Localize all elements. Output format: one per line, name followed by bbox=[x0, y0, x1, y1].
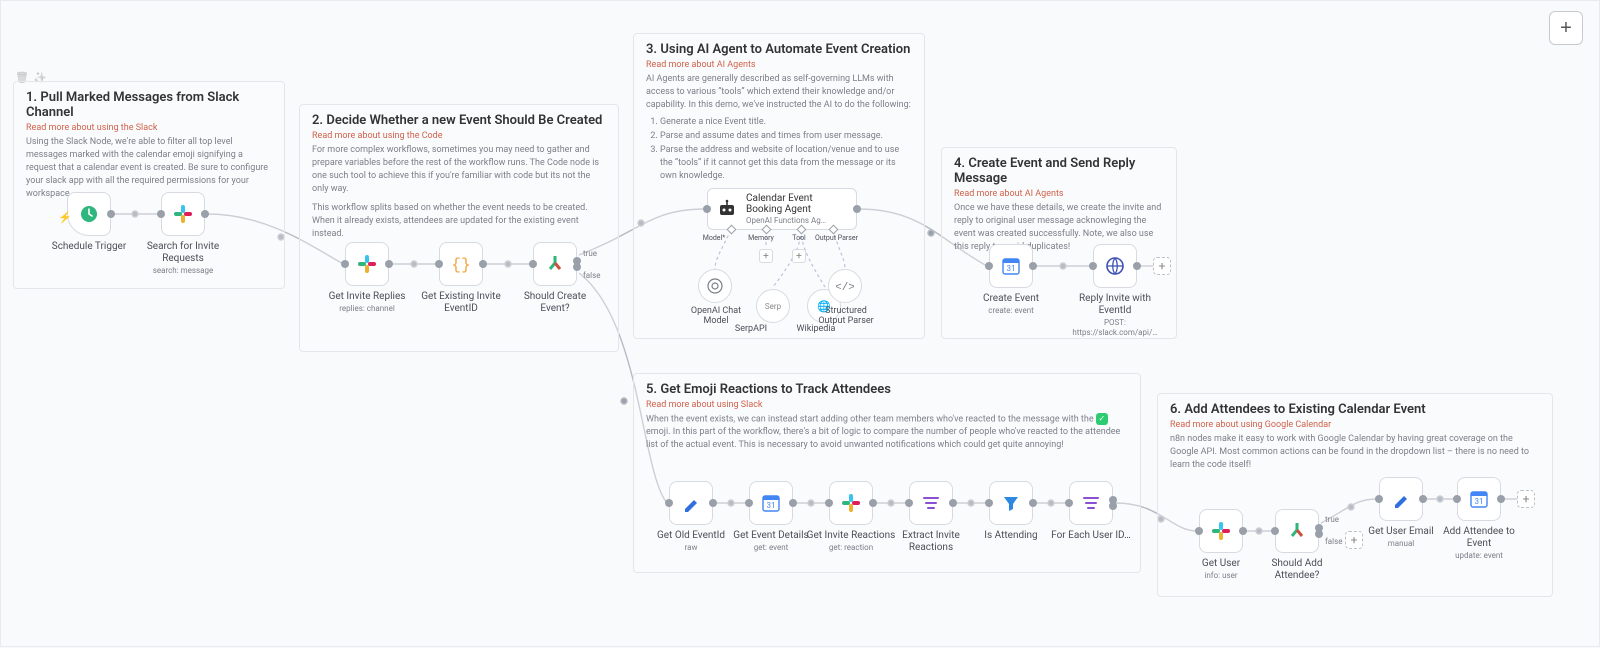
node-old-eventid[interactable] bbox=[669, 481, 713, 525]
gcal-icon: 31 bbox=[761, 493, 781, 513]
group-4-link[interactable]: Read more about AI Agents bbox=[954, 189, 1164, 199]
svg-text:31: 31 bbox=[767, 501, 776, 510]
add-node-button[interactable]: + bbox=[1549, 11, 1583, 45]
group-6-title: 6. Add Attendees to Existing Calendar Ev… bbox=[1170, 402, 1540, 417]
globe-icon bbox=[1104, 255, 1126, 277]
node-get-existing[interactable]: {} bbox=[439, 242, 483, 286]
sub-serpapi[interactable]: Serp bbox=[756, 289, 790, 323]
node-reply-label: Reply Invite with EventIdPOST: https://s… bbox=[1070, 293, 1160, 337]
node-should-create[interactable] bbox=[533, 242, 577, 286]
group-1-link[interactable]: Read more about using the Slack bbox=[26, 123, 272, 133]
group-1-title: 1. Pull Marked Messages from Slack Chann… bbox=[26, 90, 272, 120]
node-reply[interactable] bbox=[1093, 244, 1137, 288]
node-should-create-label: Should Create Event? bbox=[510, 291, 600, 315]
group-5-desc: When the event exists, we can instead st… bbox=[646, 413, 1128, 453]
node-get-replies[interactable] bbox=[345, 242, 389, 286]
slack-icon bbox=[357, 254, 377, 274]
group-2-desc2: This workflow splits based on whether th… bbox=[312, 202, 606, 241]
robot-icon bbox=[716, 198, 738, 220]
group-6-link[interactable]: Read more about using Google Calendar bbox=[1170, 420, 1540, 430]
workflow-canvas[interactable]: 🗑✨ + bbox=[0, 0, 1600, 647]
node-event-details[interactable]: 31 bbox=[749, 481, 793, 525]
slack-icon bbox=[173, 204, 193, 224]
branch-icon bbox=[1286, 520, 1308, 542]
group-4-title: 4. Create Event and Send Reply Message bbox=[954, 156, 1164, 186]
check-emoji-badge: ✓ bbox=[1096, 413, 1108, 425]
openai-icon bbox=[706, 277, 724, 295]
node-get-user-email[interactable] bbox=[1379, 477, 1423, 521]
node-get-user[interactable] bbox=[1199, 509, 1243, 553]
end-chain-2[interactable]: + bbox=[1517, 490, 1535, 508]
sub-serpapi-label: SerpAPI bbox=[721, 324, 781, 334]
node-extract-reactions[interactable] bbox=[909, 481, 953, 525]
sub-openai-label: OpenAI Chat Model bbox=[681, 306, 751, 326]
node-search-invite-label: Search for Invite Requests search: messa… bbox=[138, 241, 228, 276]
pencil-icon bbox=[1391, 489, 1411, 509]
node-search-invite[interactable] bbox=[161, 192, 205, 236]
group-2-title: 2. Decide Whether a new Event Should Be … bbox=[312, 113, 606, 128]
group-6-desc: n8n nodes make it easy to work with Goog… bbox=[1170, 433, 1540, 472]
node-create-event[interactable]: 31 bbox=[989, 244, 1033, 288]
parser-icon: </> bbox=[836, 277, 854, 295]
node-get-existing-label: Get Existing Invite EventID bbox=[416, 291, 506, 315]
branch-true-1: true bbox=[583, 249, 597, 258]
bolt-icon: ⚡ bbox=[58, 211, 72, 224]
node-schedule-label: Schedule Trigger bbox=[44, 241, 134, 253]
branch-false-1: false bbox=[583, 271, 600, 280]
svg-text:31: 31 bbox=[1475, 497, 1484, 506]
sub-openai-model[interactable] bbox=[698, 269, 732, 303]
group-5-link[interactable]: Read more about using Slack bbox=[646, 400, 1128, 410]
svg-text:</>: </> bbox=[836, 282, 854, 294]
gcal-icon: 31 bbox=[1469, 489, 1489, 509]
branch-icon bbox=[544, 253, 566, 275]
node-schedule-trigger[interactable]: ⚡ bbox=[67, 192, 111, 236]
serp-icon: Serp bbox=[765, 302, 781, 311]
clock-icon bbox=[79, 204, 99, 224]
node-is-attending[interactable] bbox=[989, 481, 1033, 525]
sub-parser-label: Structured Output Parser bbox=[811, 306, 881, 326]
group-2-link[interactable]: Read more about using the Code bbox=[312, 131, 606, 141]
svg-text:31: 31 bbox=[1007, 264, 1016, 273]
funnel-icon bbox=[1001, 493, 1021, 513]
group-3-title: 3. Using AI Agent to Automate Event Crea… bbox=[646, 42, 912, 57]
svg-text:{}: {} bbox=[451, 256, 470, 274]
node-should-add[interactable] bbox=[1275, 509, 1319, 553]
node-ai-agent[interactable]: Calendar Event Booking AgentOpenAI Funct… bbox=[707, 188, 857, 230]
list-filter-icon bbox=[1081, 493, 1101, 513]
agent-memory-add[interactable]: + bbox=[759, 249, 773, 263]
group-5-title: 5. Get Emoji Reactions to Track Attendee… bbox=[646, 382, 1128, 397]
node-create-event-label: Create Eventcreate: event bbox=[966, 293, 1056, 316]
sub-parser[interactable]: </> bbox=[828, 269, 862, 303]
group-2-desc1: For more complex workflows, sometimes yo… bbox=[312, 144, 606, 196]
node-get-reactions[interactable] bbox=[829, 481, 873, 525]
code-icon: {} bbox=[450, 253, 472, 275]
end-chain-1[interactable]: + bbox=[1153, 257, 1171, 275]
gcal-icon: 31 bbox=[1001, 256, 1021, 276]
group-3-link[interactable]: Read more about AI Agents bbox=[646, 60, 912, 70]
group-3-desc: AI Agents are generally described as sel… bbox=[646, 73, 912, 183]
agent-tool-add[interactable]: + bbox=[792, 249, 806, 263]
slack-icon bbox=[841, 493, 861, 513]
pencil-icon bbox=[681, 493, 701, 513]
slack-icon bbox=[1211, 521, 1231, 541]
node-get-replies-label: Get Invite Repliesreplies: channel bbox=[322, 291, 412, 314]
group-1-desc: Using the Slack Node, we're able to filt… bbox=[26, 136, 272, 201]
node-add-attendee[interactable]: 31 bbox=[1457, 477, 1501, 521]
node-foreach-user[interactable] bbox=[1069, 481, 1113, 525]
list-filter-icon bbox=[921, 493, 941, 513]
